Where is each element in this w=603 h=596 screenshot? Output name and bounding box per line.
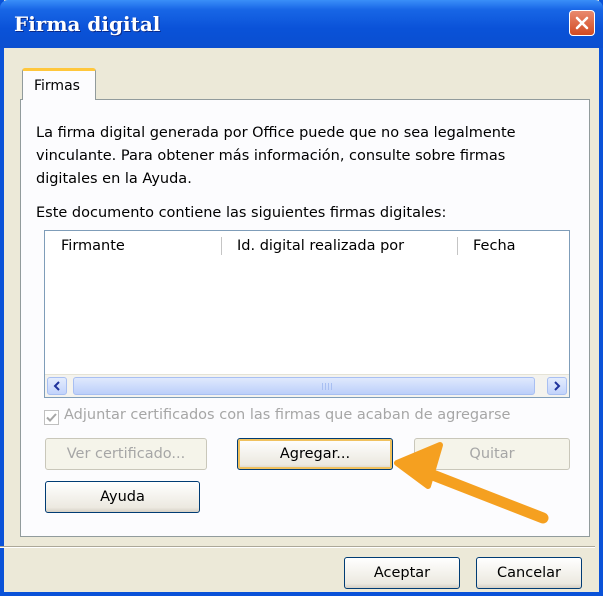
arrow-right-icon (554, 381, 561, 391)
help-button[interactable]: Ayuda (45, 481, 200, 513)
close-icon (575, 16, 589, 30)
close-button[interactable] (569, 10, 595, 36)
attach-certificates-label: Adjuntar certificados con las firmas que… (64, 407, 511, 423)
column-header-firmante[interactable]: Firmante (45, 231, 221, 261)
ok-button[interactable]: Aceptar (344, 557, 460, 589)
list-header: Firmante Id. digital realizada por Fecha (45, 231, 569, 261)
column-header-fecha[interactable]: Fecha (457, 231, 569, 261)
view-certificate-button[interactable]: Ver certificado... (45, 438, 207, 470)
separator (0, 546, 595, 548)
tab-label: Firmas (34, 78, 80, 94)
check-icon (46, 413, 57, 422)
remove-button[interactable]: Quitar (414, 438, 570, 470)
grip-icon (322, 383, 334, 390)
signatures-list-label: Este documento contiene las siguientes f… (36, 205, 447, 221)
add-button[interactable]: Agregar... (237, 438, 393, 470)
scroll-right-button[interactable] (547, 377, 567, 395)
column-header-id-digital[interactable]: Id. digital realizada por (221, 231, 457, 261)
description-text: La firma digital generada por Office pue… (36, 125, 516, 187)
arrow-left-icon (53, 381, 60, 391)
signatures-list[interactable]: Firmante Id. digital realizada por Fecha (44, 230, 570, 398)
window-title: Firma digital (14, 12, 161, 36)
attach-certificates-checkbox[interactable] (44, 410, 59, 425)
cancel-button[interactable]: Cancelar (476, 557, 582, 589)
title-bar[interactable]: Firma digital (0, 0, 603, 48)
tab-firmas[interactable]: Firmas (22, 68, 96, 100)
scroll-left-button[interactable] (47, 377, 67, 395)
horizontal-scrollbar[interactable] (45, 374, 569, 397)
scroll-thumb[interactable] (73, 377, 535, 395)
